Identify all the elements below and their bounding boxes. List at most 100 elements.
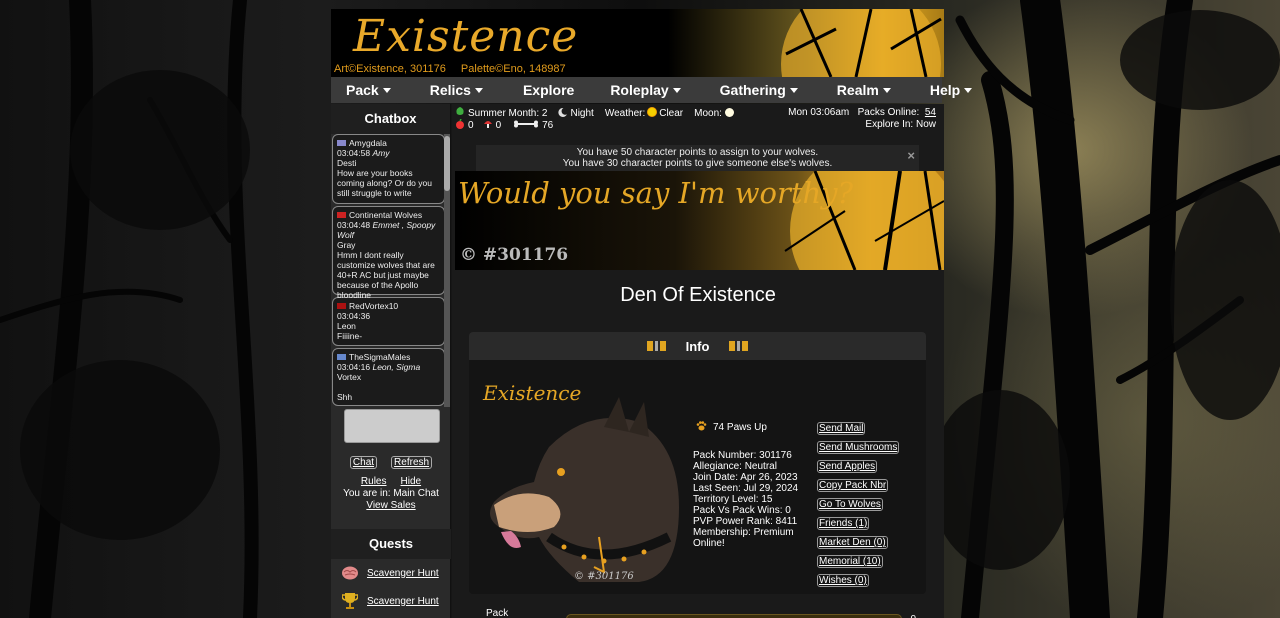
- main-content: Summer Month: 2 Night Weather: Clear Moo…: [452, 104, 944, 618]
- season-text: Summer Month: 2: [468, 108, 548, 119]
- mushroom-count: 0: [495, 120, 502, 131]
- friends-button[interactable]: Friends (1): [817, 517, 870, 530]
- chat-scrollbar[interactable]: [444, 134, 450, 407]
- banner-copyright: © #301176: [460, 245, 569, 265]
- chevron-down-icon: [382, 87, 391, 93]
- chat-button[interactable]: Chat: [349, 456, 378, 469]
- apple-icon: [455, 118, 465, 132]
- stat-line: Last Seen: Jul 29, 2024: [693, 483, 799, 494]
- page-title: Den Of Existence: [620, 284, 776, 306]
- pack-logo: Existence: [483, 381, 582, 405]
- market-den-button[interactable]: Market Den (0): [817, 536, 888, 549]
- paws-up[interactable]: 74 Paws Up: [696, 421, 767, 434]
- chat-wolf-name: Gray: [337, 240, 356, 250]
- chat-pack-name[interactable]: Continental Wolves: [349, 210, 422, 220]
- packs-online-label: Packs Online:: [857, 107, 920, 118]
- banner-tagline: Would you say I'm worthy?: [458, 176, 854, 210]
- chat-wolf-name: Desti: [337, 158, 357, 168]
- refresh-button[interactable]: Refresh: [391, 456, 433, 469]
- send-apples-button[interactable]: Send Apples: [817, 460, 878, 473]
- art-credit: Art©Existence, 301176: [334, 63, 446, 75]
- chat-links: Rules Hide: [331, 476, 451, 487]
- pack-flag-icon: [337, 212, 346, 218]
- chat-time: 03:04:36: [337, 311, 371, 321]
- chevron-down-icon: [789, 87, 798, 93]
- explore-status: Explore In: Now: [865, 119, 936, 130]
- paws-count: 74 Paws Up: [713, 422, 767, 433]
- rules-link[interactable]: Rules: [361, 476, 387, 487]
- nav-gathering[interactable]: Gathering: [681, 82, 798, 98]
- stat-line: Membership: Premium Online!: [693, 527, 794, 549]
- nav-help[interactable]: Help: [891, 82, 973, 98]
- stat-line: Pack Vs Pack Wins: 0: [693, 505, 791, 516]
- stat-line: Allegiance: Neutral: [693, 461, 777, 472]
- chat-message: RedVortex10 03:04:36 Leon Fiiiine-: [332, 297, 445, 346]
- notice-line: You have 30 character points to give som…: [562, 158, 833, 169]
- hide-link[interactable]: Hide: [401, 476, 422, 487]
- chevron-down-icon: [474, 87, 483, 93]
- memorial-button[interactable]: Memorial (10): [817, 555, 883, 568]
- chat-wolf-name: Leon: [337, 321, 356, 331]
- chat-pack-name[interactable]: RedVortex10: [349, 301, 398, 311]
- close-icon[interactable]: ×: [907, 149, 915, 162]
- send-mushrooms-button[interactable]: Send Mushrooms: [817, 441, 900, 454]
- packs-online-count[interactable]: 54: [925, 107, 936, 118]
- mushroom-icon: [483, 119, 493, 132]
- apple-count: 0: [468, 120, 474, 131]
- chevron-down-icon: [672, 87, 681, 93]
- chat-text: How are your books coming along? Or do y…: [337, 168, 432, 198]
- decor-icon: [729, 341, 749, 351]
- nav-realm[interactable]: Realm: [798, 82, 891, 98]
- nav-roleplay[interactable]: Roleplay: [574, 82, 681, 98]
- nav-explore[interactable]: Explore: [483, 82, 574, 98]
- chat-room-status: You are in: Main Chat: [343, 488, 439, 499]
- view-sales-link[interactable]: View Sales: [331, 500, 451, 511]
- happiness-label: Pack Happiness: [486, 608, 509, 618]
- moon-label: Moon:: [694, 108, 722, 119]
- quest-item[interactable]: Scavenger Hunt: [341, 564, 451, 582]
- happiness-value: 0: [910, 614, 916, 618]
- quest-item[interactable]: Scavenger Hunt: [341, 592, 451, 610]
- full-moon-icon: [724, 107, 734, 120]
- copy-pack-number-button[interactable]: Copy Pack Nbr: [817, 479, 889, 492]
- server-clock: Mon 03:06am: [788, 107, 850, 118]
- brain-icon: [341, 564, 359, 582]
- chat-message: Continental Wolves 03:04:48 Emmet , Spoo…: [332, 206, 445, 300]
- site-logo[interactable]: Existence: [353, 11, 578, 62]
- points-notice: You have 50 character points to assign t…: [476, 145, 919, 171]
- time-of-day: Night: [570, 108, 594, 119]
- chat-pack-name[interactable]: TheSigmaMales: [349, 352, 410, 362]
- wishes-button[interactable]: Wishes (0): [817, 574, 869, 587]
- stat-line: PVP Power Rank: 8411: [693, 516, 798, 527]
- chevron-down-icon: [964, 87, 973, 93]
- pack-happiness: Pack Happiness 0: [486, 608, 916, 618]
- header-credits: Art©Existence, 301176 Palette©Eno, 14898…: [334, 63, 578, 75]
- paw-icon: [696, 421, 707, 434]
- pack-banner: Would you say I'm worthy? © #301176: [455, 171, 944, 270]
- chat-text: Shh: [337, 392, 353, 402]
- happiness-bar: [565, 614, 903, 618]
- pack-actions: Send Mail Send Mushrooms Send Apples Cop…: [817, 421, 927, 592]
- pack-flag-icon: [337, 354, 346, 360]
- send-mail-button[interactable]: Send Mail: [817, 422, 866, 435]
- info-title: Info: [685, 338, 710, 354]
- chat-input[interactable]: [344, 409, 440, 443]
- notice-line: You have 50 character points to assign t…: [576, 147, 819, 158]
- stat-line: Join Date: Apr 26, 2023: [693, 472, 798, 483]
- decor-icon: [646, 341, 666, 351]
- chat-pack-name[interactable]: Amygdala: [349, 138, 387, 148]
- chat-message: Amygdala 03:04:58 Amy Desti How are your…: [332, 134, 445, 204]
- chat-text: Hmm I dont really customize wolves that …: [337, 250, 435, 300]
- pack-flag-icon: [337, 303, 346, 309]
- scrollbar-thumb[interactable]: [444, 136, 450, 191]
- pack-stats: Pack Number: 301176 Allegiance: Neutral …: [693, 450, 803, 549]
- bone-count: 76: [542, 120, 554, 131]
- wolf-portrait-image[interactable]: © #301176: [479, 387, 684, 587]
- portrait-watermark: © #301176: [574, 571, 634, 582]
- quest-label[interactable]: Scavenger Hunt: [367, 596, 439, 607]
- go-to-wolves-button[interactable]: Go To Wolves: [817, 498, 883, 511]
- quest-label[interactable]: Scavenger Hunt: [367, 568, 439, 579]
- palette-credit: Palette©Eno, 148987: [460, 63, 566, 75]
- nav-relics[interactable]: Relics: [391, 82, 483, 98]
- nav-pack[interactable]: Pack: [331, 82, 391, 98]
